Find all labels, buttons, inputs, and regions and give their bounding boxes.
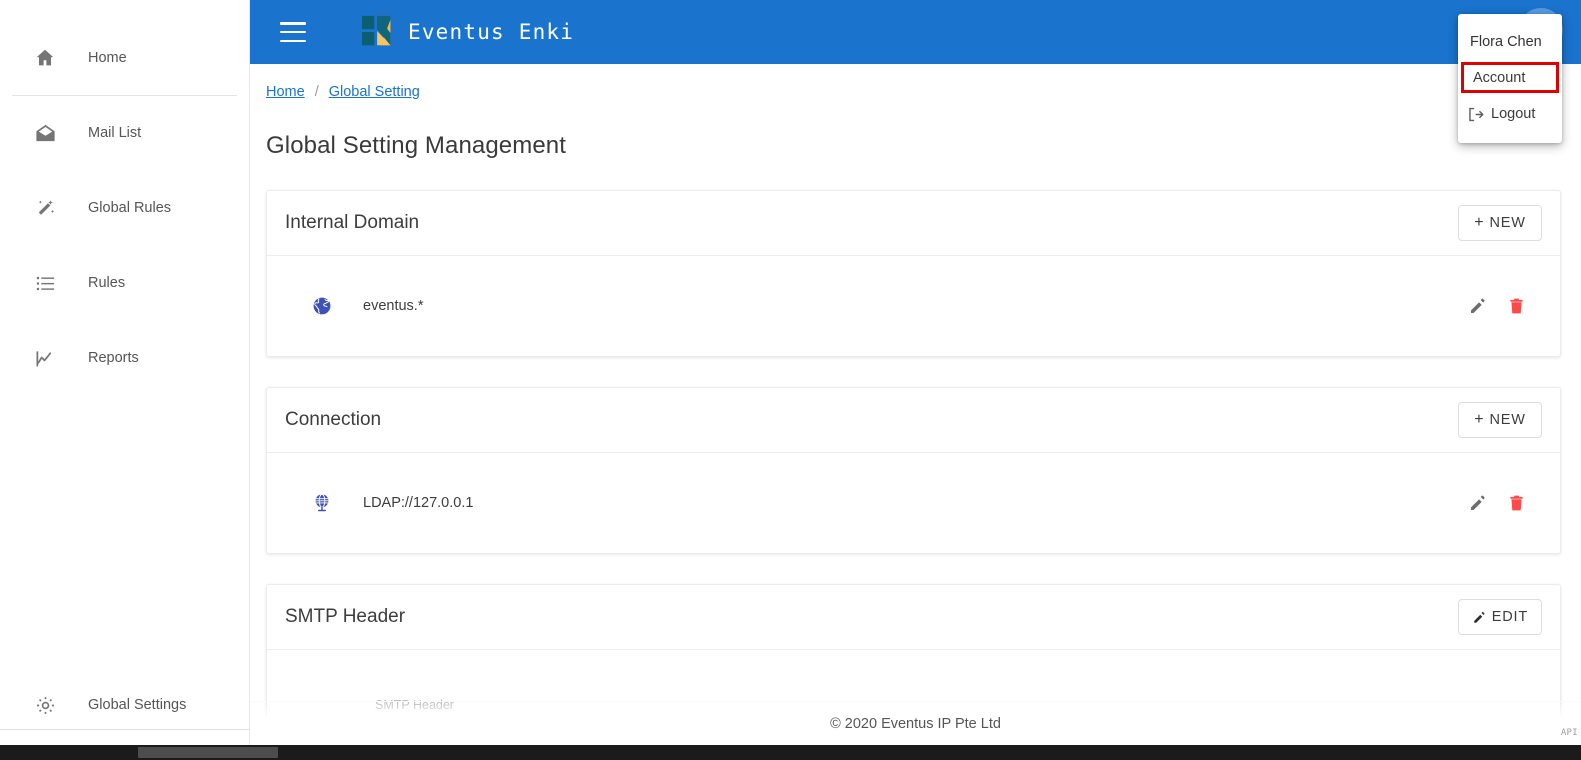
- breadcrumb-link-global-setting[interactable]: Global Setting: [329, 84, 420, 100]
- hamburger-icon[interactable]: [280, 22, 306, 42]
- plus-icon: +: [1474, 214, 1485, 231]
- trash-icon[interactable]: [1507, 494, 1526, 513]
- sidebar-item-reports[interactable]: Reports: [0, 334, 249, 382]
- sidebar-divider: [12, 95, 237, 96]
- pencil-icon[interactable]: [1468, 493, 1488, 513]
- page-title: Global Setting Management: [266, 132, 567, 159]
- sidebar-item-label: Home: [88, 50, 127, 66]
- table-row: LDAP://127.0.0.1: [267, 453, 1560, 553]
- sidebar-item-label: Reports: [88, 350, 139, 366]
- sidebar: Home Mail List Global Rules Rules Report…: [0, 0, 250, 745]
- card-title: Connection: [285, 409, 382, 430]
- button-label: NEW: [1489, 215, 1526, 231]
- row-value: eventus.*: [363, 298, 424, 314]
- breadcrumb-link-home[interactable]: Home: [266, 84, 305, 100]
- chart-line-icon: [32, 345, 58, 371]
- content-right-gutter: [1567, 64, 1581, 745]
- card-header: SMTP Header EDIT: [267, 585, 1560, 650]
- row-value: LDAP://127.0.0.1: [363, 495, 474, 511]
- sidebar-item-label: Mail List: [88, 125, 142, 141]
- card-header: Connection + NEW: [267, 388, 1560, 453]
- magic-wand-icon: [32, 195, 58, 221]
- network-globe-icon: [309, 490, 335, 516]
- new-connection-button[interactable]: + NEW: [1458, 402, 1542, 438]
- copyright-text: © 2020 Eventus IP Pte Ltd: [830, 715, 1001, 732]
- home-icon: [32, 45, 58, 71]
- row-actions: [1468, 296, 1526, 316]
- account-label: Account: [1473, 69, 1526, 86]
- sidebar-primary-nav: Home Mail List Global Rules Rules Report…: [0, 0, 249, 382]
- card-title: Internal Domain: [285, 212, 420, 233]
- breadcrumb: Home / Global Setting: [250, 64, 1581, 100]
- sidebar-item-global-rules[interactable]: Global Rules: [0, 184, 249, 232]
- list-icon: [32, 270, 58, 296]
- trash-icon[interactable]: [1507, 297, 1526, 316]
- main-content: Home / Global Setting Global Setting Man…: [250, 64, 1581, 745]
- card-connection: Connection + NEW LDAP://127.0.0.1: [266, 387, 1561, 554]
- card-header: Internal Domain + NEW: [267, 191, 1560, 256]
- horizontal-scrollbar[interactable]: [0, 745, 1581, 760]
- button-label: NEW: [1489, 412, 1526, 428]
- edit-smtp-header-button[interactable]: EDIT: [1457, 599, 1542, 635]
- logout-icon: [1466, 105, 1485, 124]
- pencil-icon: [1472, 610, 1487, 625]
- sidebar-item-home[interactable]: Home: [0, 34, 249, 82]
- brand-name: Eventus Enki: [408, 20, 575, 44]
- eventus-enki-logo: [361, 13, 399, 51]
- sidebar-item-global-settings[interactable]: Global Settings: [0, 681, 249, 729]
- footer: © 2020 Eventus IP Pte Ltd: [250, 701, 1581, 745]
- user-name-label: Flora Chen: [1470, 34, 1542, 50]
- sidebar-item-label: Global Rules: [88, 200, 172, 216]
- card-internal-domain: Internal Domain + NEW eventus.*: [266, 190, 1561, 357]
- menu-item-logout[interactable]: Logout: [1458, 97, 1562, 131]
- logout-label: Logout: [1491, 106, 1536, 122]
- table-row: eventus.*: [267, 256, 1560, 356]
- plus-icon: +: [1474, 411, 1485, 428]
- new-internal-domain-button[interactable]: + NEW: [1458, 205, 1542, 241]
- pencil-icon[interactable]: [1468, 296, 1488, 316]
- globe-americas-icon: [309, 293, 335, 319]
- sidebar-bottom-border: [0, 729, 250, 730]
- scrollbar-thumb[interactable]: [138, 747, 278, 758]
- mail-icon: [32, 120, 58, 146]
- gear-icon: [32, 692, 58, 718]
- application-window: Home Mail List Global Rules Rules Report…: [0, 0, 1581, 760]
- breadcrumb-separator: /: [314, 84, 319, 100]
- api-tag: API: [1560, 728, 1578, 738]
- sidebar-item-mail-list[interactable]: Mail List: [0, 109, 249, 157]
- sidebar-secondary-nav: Global Settings: [0, 681, 249, 729]
- menu-item-user-name: Flora Chen: [1458, 20, 1562, 58]
- sidebar-item-label: Rules: [88, 275, 126, 291]
- user-dropdown-menu: Flora Chen Account Logout: [1458, 14, 1562, 143]
- card-title: SMTP Header: [285, 606, 406, 627]
- row-actions: [1468, 493, 1526, 513]
- top-navigation-bar: Eventus Enki: [250, 0, 1581, 64]
- sidebar-item-label: Global Settings: [88, 697, 187, 713]
- button-label: EDIT: [1491, 609, 1528, 625]
- sidebar-item-rules[interactable]: Rules: [0, 259, 249, 307]
- menu-item-account[interactable]: Account: [1461, 62, 1559, 93]
- brand[interactable]: Eventus Enki: [361, 13, 574, 51]
